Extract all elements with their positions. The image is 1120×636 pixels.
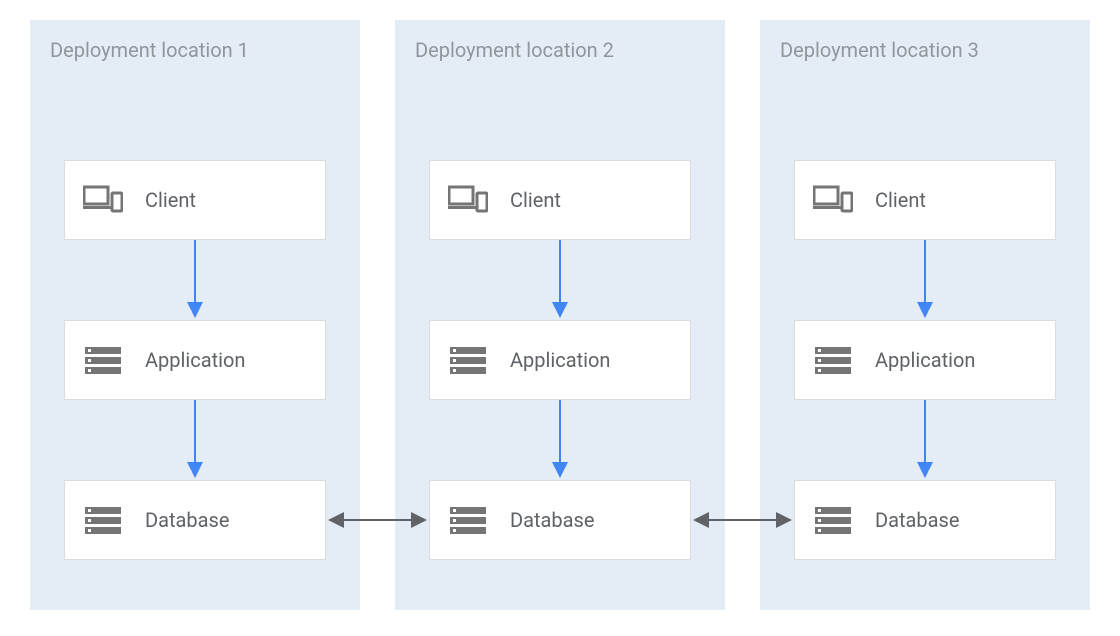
server-icon xyxy=(83,340,123,380)
node-client-2: Client xyxy=(429,160,691,240)
server-icon xyxy=(448,340,488,380)
node-database-2-label: Database xyxy=(510,508,594,532)
server-icon xyxy=(813,500,853,540)
node-application-2: Application xyxy=(429,320,691,400)
region-1-title: Deployment location 1 xyxy=(50,38,249,62)
server-icon xyxy=(83,500,123,540)
node-database-2: Database xyxy=(429,480,691,560)
node-client-3-label: Client xyxy=(875,188,926,212)
node-database-3: Database xyxy=(794,480,1056,560)
node-application-1: Application xyxy=(64,320,326,400)
node-client-1: Client xyxy=(64,160,326,240)
diagram-stage: Deployment location 1 Deployment locatio… xyxy=(0,0,1120,636)
node-application-3-label: Application xyxy=(875,348,975,372)
node-database-1-label: Database xyxy=(145,508,229,532)
devices-icon xyxy=(813,180,853,220)
node-client-3: Client xyxy=(794,160,1056,240)
server-icon xyxy=(448,500,488,540)
devices-icon xyxy=(83,180,123,220)
region-3-title: Deployment location 3 xyxy=(780,38,979,62)
node-database-1: Database xyxy=(64,480,326,560)
region-2-title: Deployment location 2 xyxy=(415,38,614,62)
node-application-2-label: Application xyxy=(510,348,610,372)
node-client-1-label: Client xyxy=(145,188,196,212)
node-application-3: Application xyxy=(794,320,1056,400)
devices-icon xyxy=(448,180,488,220)
node-application-1-label: Application xyxy=(145,348,245,372)
server-icon xyxy=(813,340,853,380)
node-database-3-label: Database xyxy=(875,508,959,532)
node-client-2-label: Client xyxy=(510,188,561,212)
